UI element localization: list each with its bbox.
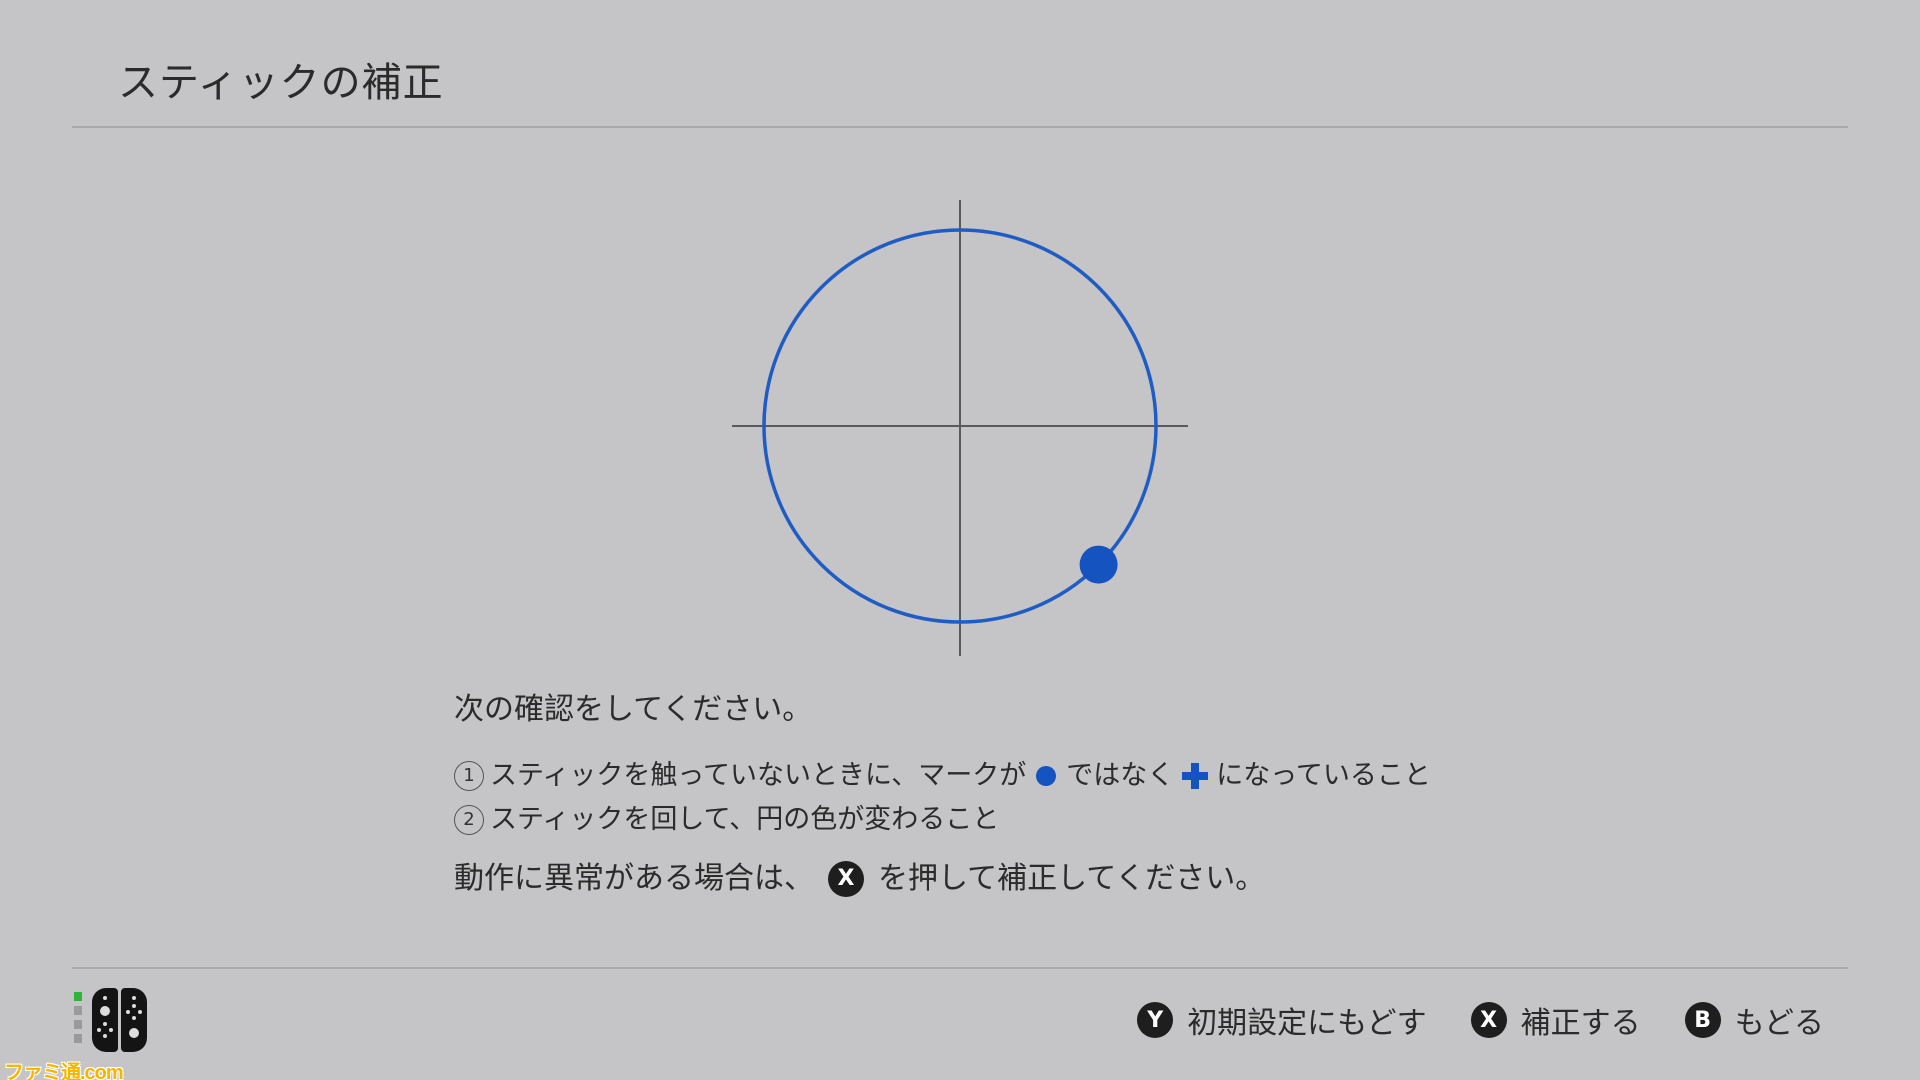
step-text: スティックを触っていないときに、マークが xyxy=(490,760,1027,791)
calibrate-label: 補正する xyxy=(1520,1006,1641,1041)
player-led xyxy=(74,1006,82,1015)
step-number: 1 xyxy=(454,761,484,791)
back-button[interactable]: B もどる xyxy=(1684,998,1824,1042)
stick-position-marker xyxy=(1079,545,1118,584)
footer-divider xyxy=(72,967,1848,969)
reset-default-label: 初期設定にもどす xyxy=(1187,1006,1427,1041)
calibrate-button[interactable]: X 補正する xyxy=(1470,998,1641,1042)
step-text: スティックを回して、円の色が変わること xyxy=(490,804,1000,835)
warning-text: 動作に異常がある場合は、 xyxy=(454,861,814,896)
instruction-step-2: 2 スティックを回して、円の色が変わること xyxy=(454,798,1554,842)
x-button-icon: X xyxy=(1470,1002,1507,1038)
watermark-logo: ファミ通.com xyxy=(4,1062,124,1080)
player-led-indicator xyxy=(74,992,82,1043)
stick-calibration-screen: スティックの補正 次の確認をしてください。 1 スティックを触っていないときに、… xyxy=(0,0,1920,1080)
calibration-warning: 動作に異常がある場合は、 X を押して補正してください。 xyxy=(454,854,1554,904)
step-number: 2 xyxy=(454,805,484,835)
header-divider xyxy=(72,126,1848,128)
step-text: になっていること xyxy=(1216,760,1431,791)
reset-default-button[interactable]: Y 初期設定にもどす xyxy=(1137,998,1427,1042)
y-button-icon: Y xyxy=(1137,1002,1174,1038)
warning-text: を押して補正してください。 xyxy=(878,861,1266,896)
instruction-step-1: 1 スティックを触っていないときに、マークが ではなく になっていること xyxy=(454,754,1554,798)
page-title: スティックの補正 xyxy=(118,60,444,106)
instructions: 次の確認をしてください。 1 スティックを触っていないときに、マークが ではなく… xyxy=(454,690,1554,904)
footer-button-bar: Y 初期設定にもどす X 補正する B もどる xyxy=(1093,998,1824,1042)
plus-marker-icon xyxy=(1182,763,1209,789)
controller-status xyxy=(74,988,147,1052)
joycon-right-icon xyxy=(121,988,147,1052)
stick-position-diagram xyxy=(732,200,1188,656)
player-led xyxy=(74,992,82,1001)
joycon-left-icon xyxy=(92,988,118,1052)
b-button-icon: B xyxy=(1684,1002,1721,1038)
back-label: もどる xyxy=(1734,1006,1824,1041)
dot-marker-icon xyxy=(1036,766,1057,786)
x-button-icon: X xyxy=(828,861,864,897)
player-led xyxy=(74,1034,82,1043)
step-text: ではなく xyxy=(1066,760,1175,791)
player-led xyxy=(74,1020,82,1029)
instructions-lead: 次の確認をしてください。 xyxy=(454,692,813,727)
